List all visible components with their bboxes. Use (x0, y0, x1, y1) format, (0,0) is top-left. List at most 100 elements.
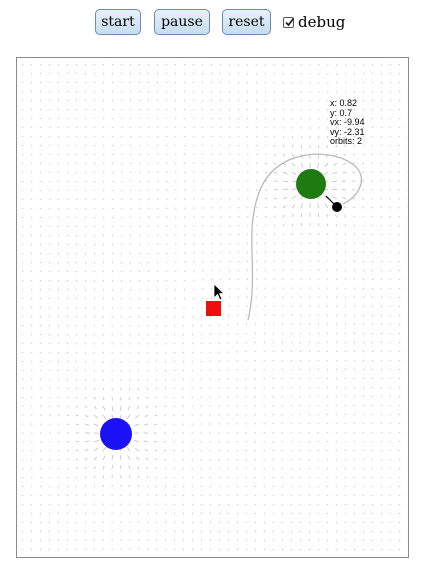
field-vector (200, 351, 203, 354)
field-vector (237, 224, 240, 227)
field-vector (200, 530, 203, 533)
field-vector (264, 117, 267, 120)
field-vector (84, 288, 87, 291)
field-vector (290, 458, 293, 461)
field-vector (147, 360, 149, 363)
field-vector (21, 72, 24, 75)
field-vector (66, 521, 69, 524)
field-vector (75, 63, 78, 66)
field-vector (66, 476, 69, 479)
field-vector (219, 63, 222, 66)
field-vector (290, 512, 293, 515)
field-vector (371, 153, 374, 156)
field-vector (129, 189, 132, 192)
field-vector (57, 503, 60, 506)
field-vector (102, 180, 105, 183)
field-vector (291, 323, 293, 326)
field-vector (342, 197, 347, 200)
field-vector (398, 251, 401, 254)
field-vector (30, 297, 33, 300)
field-vector (48, 530, 51, 533)
field-vector (182, 459, 185, 461)
field-vector (227, 512, 230, 515)
debug-checkbox[interactable] (283, 16, 295, 28)
field-vector (66, 485, 69, 488)
reset-button[interactable]: reset (222, 9, 271, 35)
field-vector (407, 118, 408, 120)
field-vector (210, 162, 213, 164)
field-vector (39, 315, 42, 318)
field-vector (183, 548, 185, 551)
field-vector (174, 99, 177, 102)
field-vector (299, 467, 302, 470)
field-vector (371, 548, 374, 551)
field-vector (57, 521, 60, 524)
field-vector (326, 440, 329, 443)
blue-attractor[interactable] (100, 418, 132, 450)
field-vector (138, 252, 141, 255)
field-vector (353, 153, 356, 156)
field-vector (57, 315, 60, 318)
field-vector (263, 432, 266, 434)
field-vector (164, 351, 167, 354)
field-vector (147, 216, 150, 218)
field-vector (291, 204, 296, 209)
field-vector (362, 314, 365, 317)
field-vector (246, 224, 249, 227)
field-vector (291, 171, 297, 175)
field-vector (30, 494, 33, 497)
pause-button[interactable]: pause (154, 9, 210, 35)
field-vector (191, 512, 194, 515)
field-vector (102, 465, 105, 470)
field-vector (398, 422, 401, 425)
field-vector (362, 368, 365, 371)
field-vector (21, 153, 24, 156)
field-vector (380, 278, 383, 281)
field-vector (165, 539, 167, 542)
field-vector (281, 341, 284, 344)
field-vector (30, 548, 33, 551)
field-vector (255, 251, 258, 254)
field-vector (290, 449, 293, 452)
field-vector (93, 63, 96, 66)
field-vector (201, 153, 204, 155)
field-vector (398, 323, 401, 326)
field-vector (111, 279, 114, 282)
field-vector (102, 405, 106, 411)
field-vector (371, 251, 374, 254)
field-vector (264, 108, 267, 111)
simulation-canvas[interactable]: x: 0.82 y: 0.7 vx: -9.94 vy: -2.31 orbit… (16, 57, 409, 558)
field-vector (138, 378, 140, 381)
field-vector (48, 306, 51, 309)
field-vector (39, 369, 42, 372)
field-vector (407, 476, 408, 478)
field-vector (210, 297, 213, 299)
field-vector (48, 503, 51, 506)
field-vector (281, 386, 284, 389)
debug-toggle[interactable]: debug (283, 12, 345, 32)
field-vector (165, 333, 167, 336)
field-vector (344, 314, 347, 317)
field-vector (75, 351, 78, 354)
field-vector (173, 530, 176, 533)
field-vector (200, 512, 203, 515)
field-vector (254, 467, 257, 470)
start-button[interactable]: start (95, 9, 141, 35)
red-target[interactable] (206, 301, 221, 316)
field-vector (102, 315, 104, 318)
green-attractor[interactable] (296, 169, 326, 199)
field-vector (93, 261, 96, 264)
field-vector (192, 162, 195, 164)
field-vector (154, 414, 158, 417)
field-vector (165, 342, 167, 345)
field-vector (30, 153, 33, 156)
field-vector (147, 261, 150, 264)
field-vector (255, 144, 258, 147)
field-vector (48, 90, 51, 93)
field-vector (300, 144, 303, 149)
field-vector (308, 521, 311, 524)
field-vector (371, 440, 374, 443)
field-vector (209, 539, 212, 542)
field-vector (84, 512, 86, 515)
field-vector (30, 530, 33, 533)
